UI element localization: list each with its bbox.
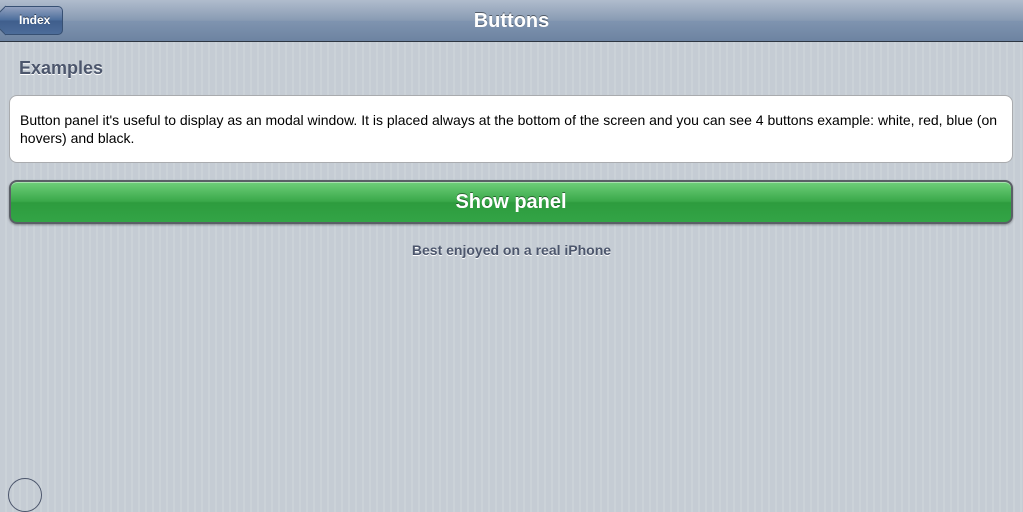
- back-button-label: Index: [19, 13, 51, 27]
- back-button[interactable]: Index: [5, 6, 64, 35]
- footer-note: Best enjoyed on a real iPhone: [411, 242, 612, 258]
- show-panel-button[interactable]: Show panel: [9, 180, 1013, 224]
- section-title: Examples: [19, 58, 104, 78]
- description-panel: Button panel it's useful to display as a…: [9, 95, 1013, 163]
- home-circle-icon[interactable]: [8, 478, 42, 512]
- toolbar: Buttons Index: [0, 0, 1023, 42]
- description-text: Button panel it's useful to display as a…: [20, 112, 998, 146]
- page-title: Buttons: [473, 10, 550, 32]
